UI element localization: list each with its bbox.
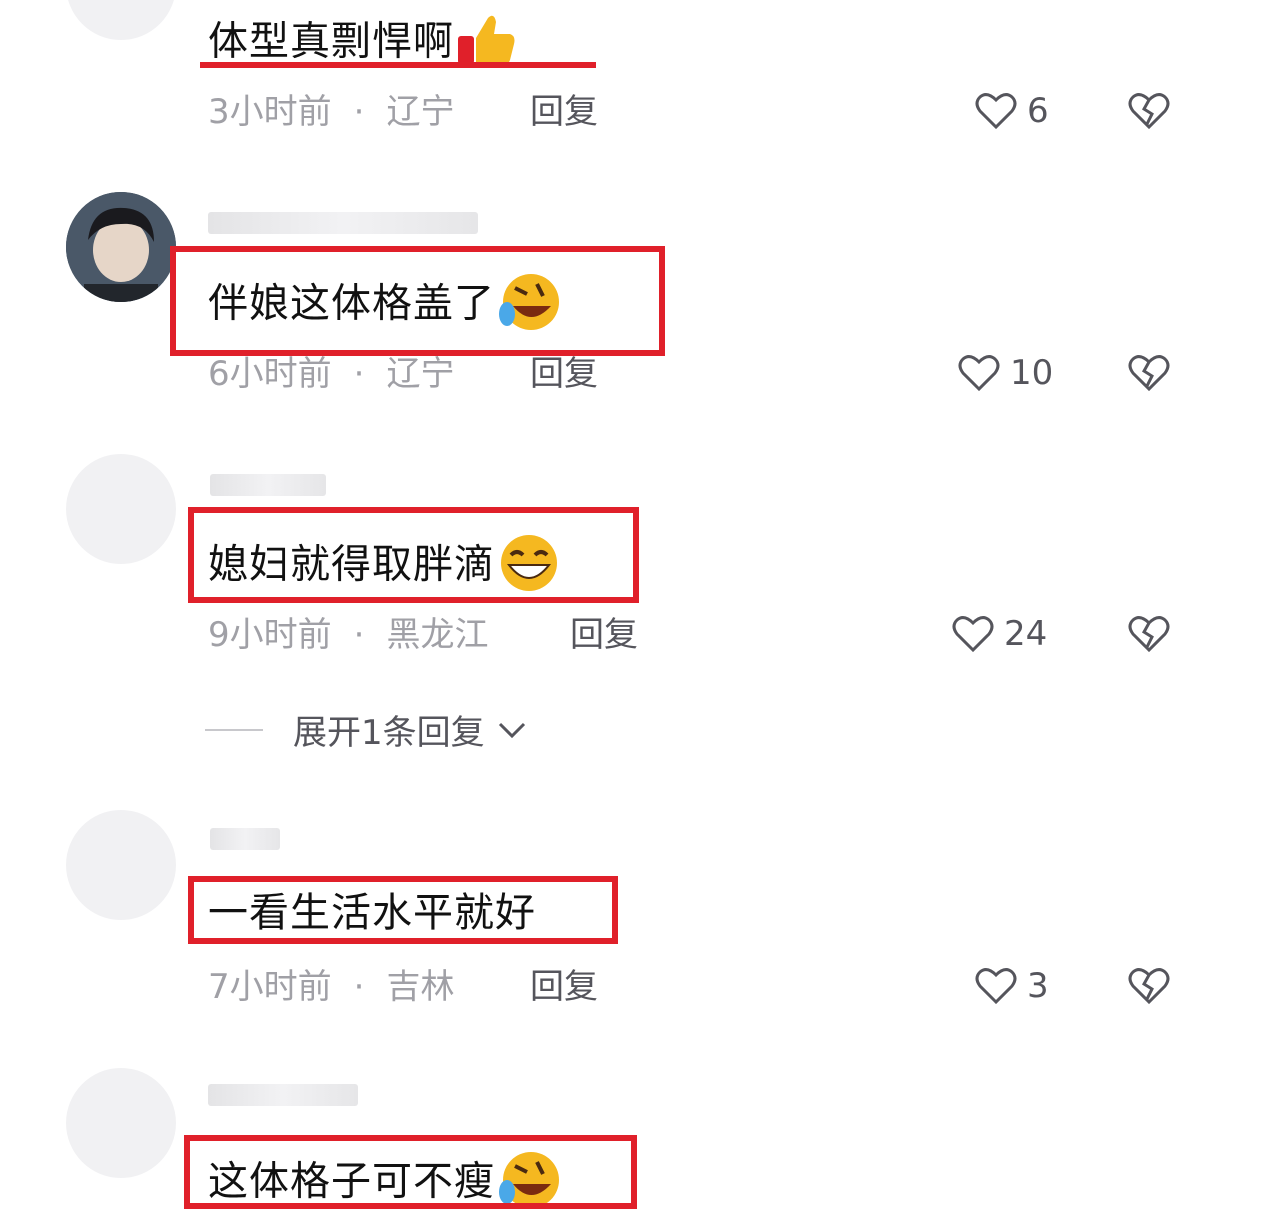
comment-meta: 6小时前 · 辽宁 <box>208 354 455 394</box>
username-blurred <box>208 1084 358 1106</box>
username-blurred <box>208 212 478 234</box>
dislike-button[interactable] <box>1128 354 1170 396</box>
avatar[interactable] <box>66 810 176 920</box>
avatar[interactable] <box>66 192 176 302</box>
like-count: 24 <box>1004 614 1048 654</box>
reply-button[interactable]: 回复 <box>570 618 638 652</box>
avatar[interactable] <box>66 0 176 40</box>
heart-icon <box>958 355 1000 392</box>
broken-heart-icon <box>1128 968 1170 1005</box>
username-blurred <box>210 828 280 850</box>
like-button[interactable]: 10 <box>958 354 1053 392</box>
heart-icon <box>975 968 1017 1005</box>
highlight-underline <box>200 62 596 68</box>
like-count: 10 <box>1010 353 1054 393</box>
reply-button[interactable]: 回复 <box>530 95 598 129</box>
like-button[interactable]: 24 <box>952 615 1047 653</box>
comment-meta: 7小时前 · 吉林 <box>208 967 455 1007</box>
highlight-box <box>188 876 618 944</box>
avatar[interactable] <box>66 1068 176 1178</box>
dislike-button[interactable] <box>1128 615 1170 657</box>
heart-icon <box>952 616 994 653</box>
expand-replies-label: 展开1条回复 <box>293 713 485 753</box>
like-button[interactable]: 3 <box>975 967 1049 1005</box>
highlight-box <box>184 1135 637 1209</box>
comment-meta: 9小时前 · 黑龙江 <box>208 615 489 655</box>
like-button[interactable]: 6 <box>975 92 1049 130</box>
highlight-box <box>170 246 665 356</box>
chevron-down-icon <box>498 722 525 738</box>
comment-meta: 3小时前 · 辽宁 <box>208 92 455 132</box>
avatar[interactable] <box>66 454 176 564</box>
divider <box>205 728 263 731</box>
username-blurred <box>210 474 326 496</box>
like-count: 3 <box>1027 966 1049 1006</box>
broken-heart-icon <box>1128 616 1170 653</box>
dislike-button[interactable] <box>1128 92 1170 134</box>
dislike-button[interactable] <box>1128 967 1170 1009</box>
highlight-box <box>188 507 639 603</box>
reply-button[interactable]: 回复 <box>530 357 598 391</box>
heart-icon <box>975 93 1017 130</box>
broken-heart-icon <box>1128 93 1170 130</box>
broken-heart-icon <box>1128 355 1170 392</box>
expand-replies-button[interactable]: 展开1条回复 <box>205 705 527 754</box>
reply-button[interactable]: 回复 <box>530 970 598 1004</box>
like-count: 6 <box>1027 91 1049 131</box>
